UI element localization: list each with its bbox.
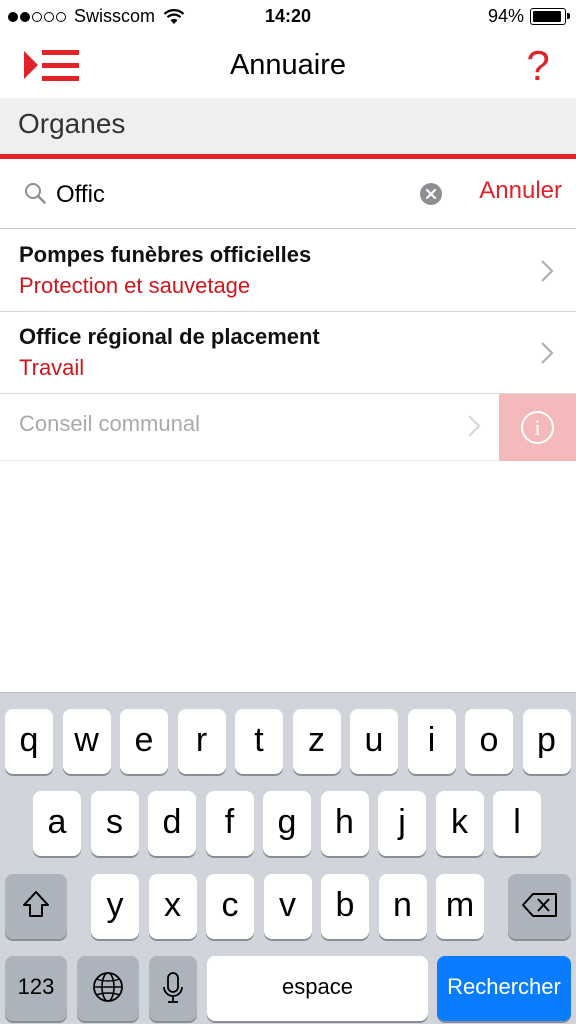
key-s[interactable]: s: [90, 791, 139, 856]
key-e[interactable]: e: [120, 709, 168, 774]
key-z[interactable]: z: [292, 709, 341, 774]
result-row-swiped: Conseil communal i: [0, 394, 576, 461]
key-c[interactable]: c: [206, 874, 254, 939]
result-title: Pompes funèbres officielles: [19, 242, 312, 267]
shift-icon: [23, 891, 49, 917]
chevron-right-icon: [541, 260, 554, 282]
cancel-button[interactable]: Annuler: [479, 177, 562, 205]
info-button[interactable]: i: [499, 394, 576, 461]
battery-percent: 94%: [487, 6, 524, 26]
numbers-key[interactable]: 123: [5, 956, 67, 1021]
search-icon: [25, 183, 46, 204]
clear-icon: [425, 188, 437, 200]
search-input[interactable]: [56, 175, 406, 215]
result-title: Office régional de placement: [19, 324, 320, 349]
key-n[interactable]: n: [378, 874, 427, 939]
globe-icon: [93, 972, 123, 1002]
dictation-key[interactable]: [149, 956, 197, 1021]
battery-icon: [530, 8, 570, 25]
page-title: Annuaire: [229, 49, 347, 81]
key-t[interactable]: t: [235, 709, 283, 774]
clear-search-button[interactable]: [420, 183, 442, 205]
key-i[interactable]: i: [407, 709, 456, 774]
search-bar: Annuler: [0, 159, 576, 229]
key-q[interactable]: q: [5, 709, 53, 774]
key-j[interactable]: j: [378, 791, 426, 856]
keyboard: qwertzuiop asdfghjkl yxcvbnm 123 espace …: [0, 692, 576, 1024]
globe-key[interactable]: [77, 956, 139, 1021]
result-title: Conseil communal: [19, 411, 200, 436]
key-d[interactable]: d: [148, 791, 196, 856]
result-row[interactable]: Conseil communal: [0, 394, 499, 461]
status-bar: Swisscom 14:20 94%: [0, 0, 576, 34]
chevron-right-icon: [468, 415, 481, 437]
section-header: Organes: [0, 98, 576, 154]
key-o[interactable]: o: [465, 709, 513, 774]
nav-bar: Annuaire ?: [0, 34, 576, 98]
key-m[interactable]: m: [436, 874, 484, 939]
key-f[interactable]: f: [205, 791, 254, 856]
result-category: Travail: [19, 355, 85, 380]
key-l[interactable]: l: [493, 791, 541, 856]
result-category: Protection et sauvetage: [19, 273, 251, 298]
key-a[interactable]: a: [33, 791, 81, 856]
result-row[interactable]: Office régional de placement Travail: [0, 311, 576, 394]
status-right: 94%: [487, 6, 570, 27]
chevron-right-icon: [541, 342, 554, 364]
key-p[interactable]: p: [522, 709, 571, 774]
key-w[interactable]: w: [62, 709, 111, 774]
key-v[interactable]: v: [263, 874, 312, 939]
space-key[interactable]: espace: [207, 956, 428, 1021]
search-key[interactable]: Rechercher: [437, 956, 571, 1021]
delete-key[interactable]: [508, 874, 571, 939]
key-x[interactable]: x: [148, 874, 197, 939]
section-title: Organes: [18, 108, 126, 139]
shift-key[interactable]: [5, 874, 67, 939]
key-r[interactable]: r: [177, 709, 226, 774]
result-row[interactable]: Pompes funèbres officielles Protection e…: [0, 229, 576, 312]
key-y[interactable]: y: [91, 874, 139, 939]
key-u[interactable]: u: [350, 709, 398, 774]
info-icon: i: [521, 411, 554, 444]
key-g[interactable]: g: [263, 791, 311, 856]
key-h[interactable]: h: [320, 791, 369, 856]
help-button[interactable]: ?: [518, 38, 558, 94]
key-b[interactable]: b: [321, 874, 369, 939]
backspace-icon: [521, 893, 557, 917]
microphone-icon: [163, 972, 183, 1003]
key-k[interactable]: k: [435, 791, 484, 856]
